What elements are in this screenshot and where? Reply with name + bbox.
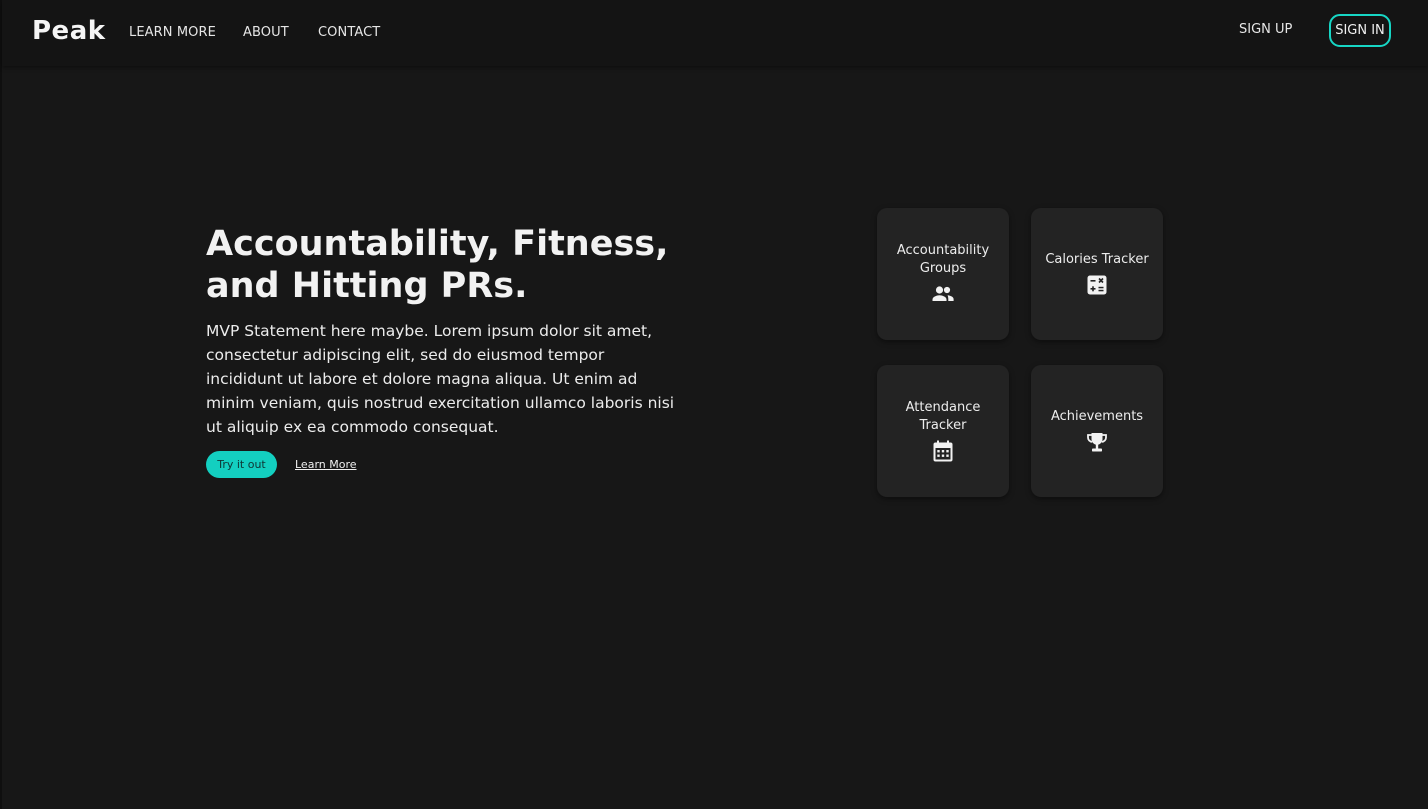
nav-about-link[interactable]: ABOUT <box>243 25 289 40</box>
calendar-icon <box>933 440 953 462</box>
feature-card-label: Achievements <box>1050 409 1144 424</box>
hero-description: MVP Statement here maybe. Lorem ipsum do… <box>206 322 675 436</box>
feature-card-attendance-tracker[interactable]: Attendance Tracker <box>877 365 1009 497</box>
page: Peak LEARN MORE ABOUT CONTACT SIGN UP SI… <box>0 0 1428 809</box>
sign-in-button[interactable]: SIGN IN <box>1329 14 1391 47</box>
trophy-icon <box>1087 433 1107 452</box>
try-it-out-button[interactable]: Try it out <box>206 451 277 478</box>
feature-card-accountability-groups[interactable]: Accountability Groups <box>877 208 1009 340</box>
feature-card-calories-tracker[interactable]: Calories Tracker <box>1031 208 1163 340</box>
calculator-icon <box>1087 275 1107 295</box>
feature-card-label: Calories Tracker <box>1045 252 1149 267</box>
sign-up-link[interactable]: SIGN UP <box>1239 22 1292 37</box>
nav-contact-link[interactable]: CONTACT <box>318 25 380 40</box>
feature-card-achievements[interactable]: Achievements <box>1031 365 1163 497</box>
hero-title: Accountability, Fitness, and Hitting PRs… <box>206 224 669 306</box>
nav-learn-more-link[interactable]: LEARN MORE <box>129 25 216 40</box>
feature-card-label: Attendance Tracker <box>905 400 981 433</box>
learn-more-link[interactable]: Learn More <box>295 458 357 471</box>
navbar: Peak LEARN MORE ABOUT CONTACT SIGN UP SI… <box>2 0 1428 66</box>
feature-card-label: Accountability Groups <box>896 243 990 276</box>
group-icon <box>932 286 954 301</box>
brand-logo[interactable]: Peak <box>32 16 106 46</box>
